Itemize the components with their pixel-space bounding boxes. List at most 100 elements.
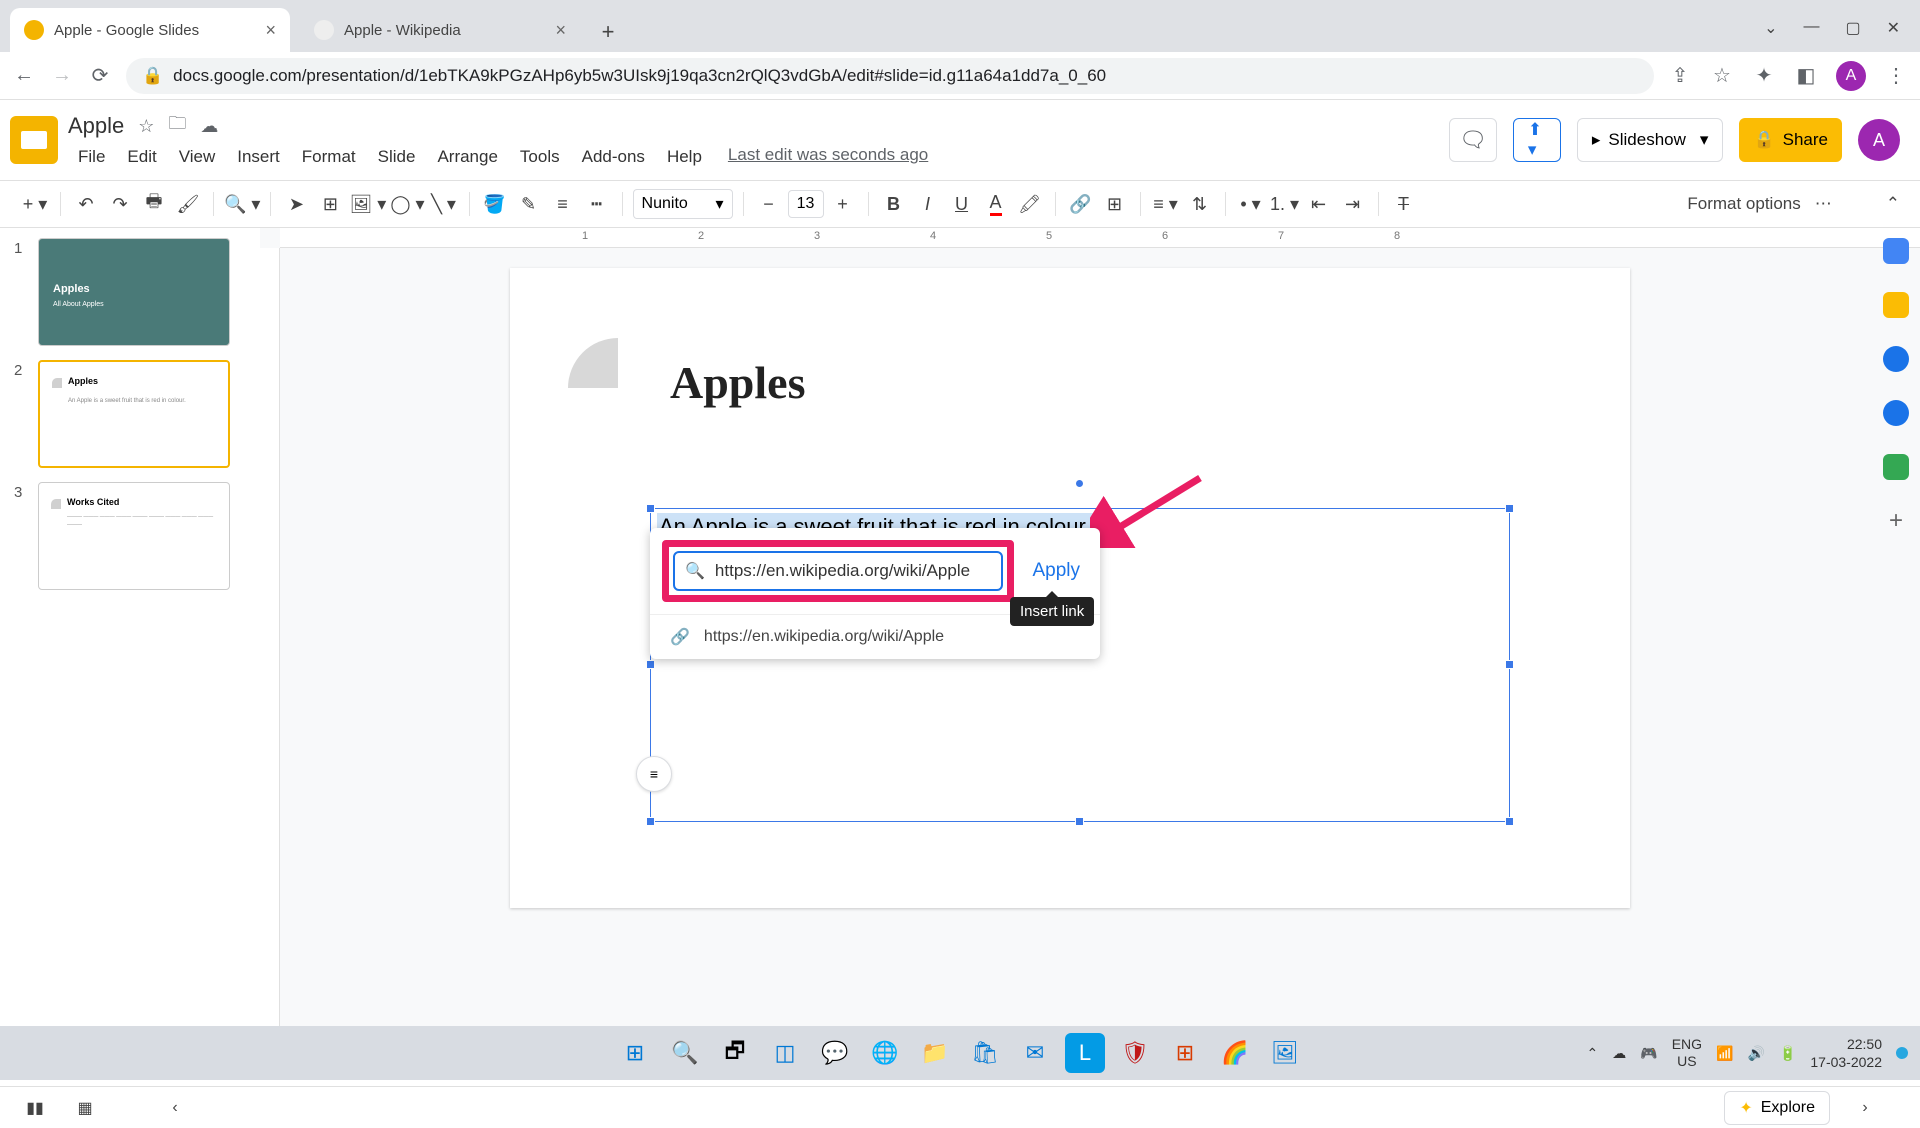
align-button[interactable]: ≡ ▾ <box>1151 189 1181 219</box>
back-icon[interactable]: ← <box>12 64 36 88</box>
close-window-icon[interactable]: ✕ <box>1887 18 1900 38</box>
underline-button[interactable]: U <box>947 189 977 219</box>
slides-logo-icon[interactable] <box>10 116 58 164</box>
comments-button[interactable]: 🗨 <box>1449 118 1497 162</box>
volume-icon[interactable]: 🔊 <box>1748 1045 1765 1062</box>
sidepanel-icon[interactable]: ◧ <box>1794 64 1818 88</box>
grid-view-button[interactable]: ▦ <box>70 1093 100 1123</box>
decrease-font-button[interactable]: − <box>754 189 784 219</box>
insert-link-button[interactable]: 🔗 <box>1066 189 1096 219</box>
move-icon[interactable]: 🗀 <box>168 111 186 141</box>
format-options-button[interactable]: Format options <box>1687 194 1800 214</box>
cloud-status-icon[interactable]: ☁ <box>200 116 218 137</box>
calendar-icon[interactable] <box>1883 238 1909 264</box>
menu-edit[interactable]: Edit <box>117 145 166 169</box>
link-url-input[interactable] <box>715 561 992 581</box>
explore-button[interactable]: ✦ Explore <box>1724 1091 1830 1125</box>
start-button[interactable]: ⊞ <box>615 1033 655 1073</box>
browser-tab-active[interactable]: Apple - Google Slides × <box>10 8 290 52</box>
clear-format-button[interactable]: T <box>1389 189 1419 219</box>
resize-handle[interactable] <box>1505 504 1514 513</box>
chrome-icon[interactable]: 🌈 <box>1215 1033 1255 1073</box>
menu-addons[interactable]: Add-ons <box>572 145 655 169</box>
slideshow-button[interactable]: ▸ Slideshow ▾ <box>1577 118 1724 162</box>
close-icon[interactable]: × <box>555 20 566 41</box>
resize-handle[interactable] <box>1505 817 1514 826</box>
line-spacing-button[interactable]: ⇅ <box>1185 189 1215 219</box>
menu-tools[interactable]: Tools <box>510 145 570 169</box>
close-icon[interactable]: × <box>265 20 276 41</box>
bookmark-icon[interactable]: ☆ <box>1710 64 1734 88</box>
task-view-button[interactable]: 🗗 <box>715 1033 755 1073</box>
explorer-icon[interactable]: 📁 <box>915 1033 955 1073</box>
bold-button[interactable]: B <box>879 189 909 219</box>
canvas-area[interactable]: 1 2 3 4 5 6 7 8 Apples An Apple is a swe… <box>260 228 1920 1038</box>
shape-tool[interactable]: ◯ ▾ <box>390 189 424 219</box>
battery-icon[interactable]: 🔋 <box>1779 1045 1796 1062</box>
menu-arrange[interactable]: Arrange <box>427 145 507 169</box>
tasks-icon[interactable] <box>1883 346 1909 372</box>
increase-font-button[interactable]: + <box>828 189 858 219</box>
add-addon-icon[interactable]: + <box>1883 508 1909 534</box>
bullet-list-button[interactable]: • ▾ <box>1236 189 1266 219</box>
share-button[interactable]: 🔒 Share <box>1739 118 1842 162</box>
select-tool[interactable]: ➤ <box>281 189 311 219</box>
new-slide-button[interactable]: + ▾ <box>20 189 50 219</box>
font-size-input[interactable]: 13 <box>788 190 824 218</box>
edge-icon[interactable]: 🌐 <box>865 1033 905 1073</box>
image-tool[interactable]: 🖼 ▾ <box>349 189 386 219</box>
border-dash-button[interactable]: ┅ <box>582 189 612 219</box>
maximize-icon[interactable]: ▢ <box>1845 18 1860 38</box>
decrease-indent-button[interactable]: ⇤ <box>1304 189 1334 219</box>
menu-file[interactable]: File <box>68 145 115 169</box>
menu-insert[interactable]: Insert <box>227 145 290 169</box>
resize-handle[interactable] <box>646 660 655 669</box>
office-icon[interactable]: ⊞ <box>1165 1033 1205 1073</box>
increase-indent-button[interactable]: ⇥ <box>1338 189 1368 219</box>
last-edit-link[interactable]: Last edit was seconds ago <box>728 145 928 169</box>
tab-search-icon[interactable]: ⌄ <box>1764 18 1777 38</box>
browser-tab-inactive[interactable]: Apple - Wikipedia × <box>300 8 580 52</box>
border-color-button[interactable]: ✎ <box>514 189 544 219</box>
undo-button[interactable]: ↶ <box>71 189 101 219</box>
slide-thumbnail-1[interactable]: Apples All About Apples <box>38 238 230 346</box>
app-icon[interactable]: L <box>1065 1033 1105 1073</box>
italic-button[interactable]: I <box>913 189 943 219</box>
collapse-panel-icon[interactable]: ‹ <box>160 1093 190 1123</box>
font-select[interactable]: Nunito ▾ <box>633 189 733 219</box>
resize-handle[interactable] <box>646 504 655 513</box>
lang-indicator[interactable]: ENG <box>1672 1036 1702 1053</box>
account-avatar[interactable]: A <box>1858 119 1900 161</box>
apply-button[interactable]: Apply <box>1024 560 1088 582</box>
resize-handle[interactable] <box>1075 817 1084 826</box>
widgets-button[interactable]: ◫ <box>765 1033 805 1073</box>
tray-chevron-icon[interactable]: ⌃ <box>1587 1045 1599 1062</box>
resize-handle[interactable] <box>1505 660 1514 669</box>
expand-side-icon[interactable]: › <box>1850 1093 1880 1123</box>
rotate-handle[interactable] <box>1075 479 1084 488</box>
speaker-notes-toggle[interactable]: ≡ <box>636 756 672 792</box>
zoom-button[interactable]: 🔍 ▾ <box>224 189 260 219</box>
redo-button[interactable]: ↷ <box>105 189 135 219</box>
print-button[interactable]: 🖶 <box>139 189 169 219</box>
number-list-button[interactable]: 1. ▾ <box>1270 189 1300 219</box>
menu-format[interactable]: Format <box>292 145 366 169</box>
notifications-icon[interactable] <box>1896 1047 1908 1059</box>
paint-format-button[interactable]: 🖌 <box>173 189 203 219</box>
extensions-icon[interactable]: ✦ <box>1752 64 1776 88</box>
present-dropdown-button[interactable]: ⬆ ▾ <box>1513 118 1561 162</box>
maps-icon[interactable] <box>1883 454 1909 480</box>
slide-thumbnail-2[interactable]: Apples An Apple is a sweet fruit that is… <box>38 360 230 468</box>
keep-icon[interactable] <box>1883 292 1909 318</box>
chat-button[interactable]: 💬 <box>815 1033 855 1073</box>
resize-handle[interactable] <box>646 817 655 826</box>
text-color-button[interactable]: A <box>981 189 1011 219</box>
clock[interactable]: 22:50 17-03-2022 <box>1810 1035 1882 1071</box>
slide-title[interactable]: Apples <box>670 356 805 409</box>
insert-comment-button[interactable]: ⊞ <box>1100 189 1130 219</box>
more-icon[interactable]: ⋯ <box>1815 194 1832 214</box>
line-tool[interactable]: ╲ ▾ <box>429 189 459 219</box>
menu-slide[interactable]: Slide <box>368 145 426 169</box>
share-page-icon[interactable]: ⇪ <box>1668 64 1692 88</box>
url-input[interactable]: 🔒 docs.google.com/presentation/d/1ebTKA9… <box>126 58 1654 94</box>
